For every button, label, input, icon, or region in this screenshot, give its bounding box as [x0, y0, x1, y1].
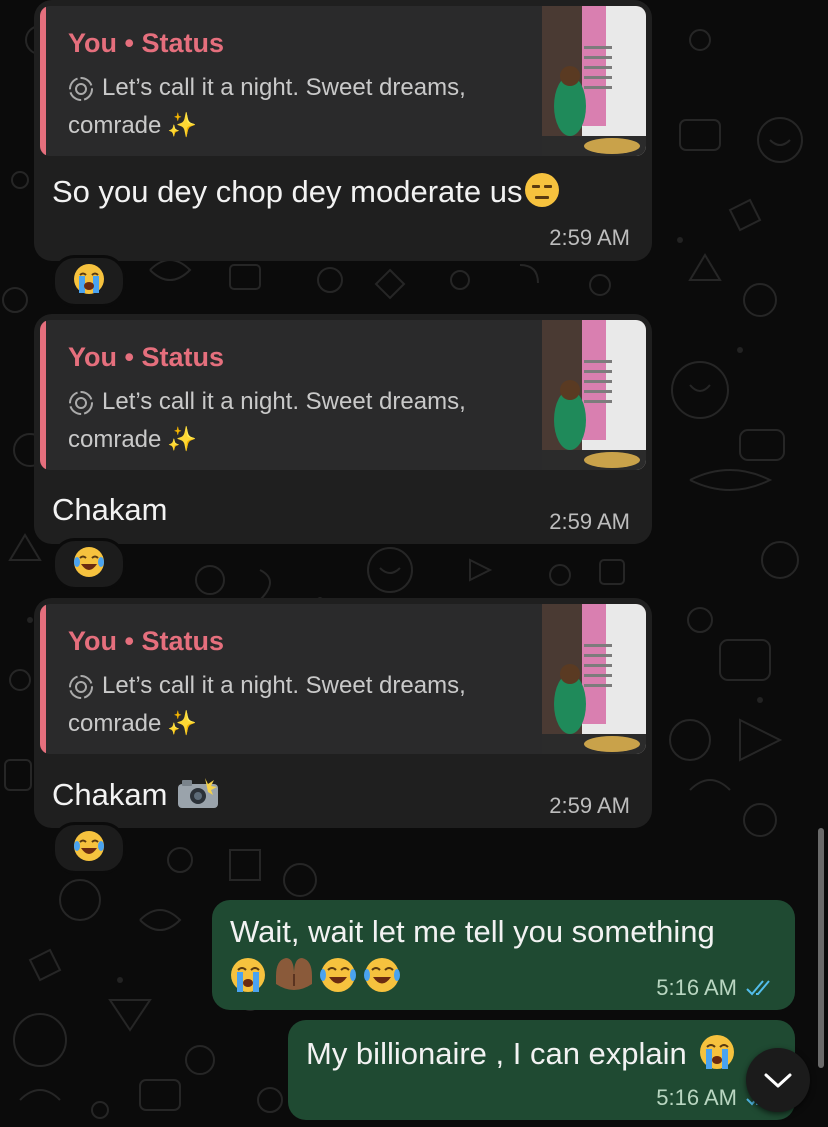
face-with-tears-of-joy-emoji [320, 958, 356, 992]
message-timestamp: 5:16 AM [656, 975, 737, 1000]
message-bubble-incoming[interactable]: You • Status Let’s call it a night. Swee… [34, 0, 652, 261]
camera-with-flash-emoji [177, 776, 219, 818]
reply-quote-title: You • Status [68, 626, 224, 656]
message-text: Chakam [52, 776, 219, 818]
reply-accent-bar [40, 6, 46, 156]
message-bubble-outgoing[interactable]: Wait, wait let me tell you something 5:1… [212, 900, 795, 1010]
expressionless-face-emoji [524, 172, 560, 216]
reply-quote-text-line1: Let’s call it a night. Sweet dreams, [102, 672, 466, 699]
loudly-crying-face-emoji [699, 1034, 735, 1078]
status-thumbnail[interactable] [542, 604, 646, 754]
message-text: Wait, wait let me tell you something [230, 914, 715, 949]
message-timestamp: 2:59 AM [549, 793, 630, 818]
reply-quote-text-line2: comrade ✨ [68, 426, 198, 453]
double-check-icon [746, 980, 770, 996]
message-timestamp: 2:59 AM [549, 225, 630, 250]
reply-quote-title: You • Status [68, 28, 224, 58]
message-text: My billionaire , I can explain [306, 1034, 735, 1078]
message-reaction[interactable] [52, 538, 126, 590]
message-bubble-incoming[interactable]: You • Status Let’s call it a night. Swee… [34, 598, 652, 828]
face-with-tears-of-joy-emoji [73, 546, 105, 583]
reply-quote-text-line1: Let’s call it a night. Sweet dreams, [102, 74, 466, 101]
sparkles-emoji: ✨ [167, 710, 198, 737]
palms-up-together-emoji [276, 958, 312, 990]
status-thumbnail[interactable] [542, 320, 646, 470]
face-with-tears-of-joy-emoji [73, 830, 105, 867]
scrollbar[interactable] [818, 828, 824, 1068]
reply-accent-bar [40, 320, 46, 470]
scroll-to-bottom-button[interactable] [746, 1048, 810, 1112]
message-text: Chakam [52, 492, 168, 527]
message-timestamp: 5:16 AM [656, 1085, 737, 1110]
status-thumbnail[interactable] [542, 6, 646, 156]
reply-accent-bar [40, 604, 46, 754]
reply-quote-text-line1: Let’s call it a night. Sweet dreams, [102, 388, 466, 415]
reply-quote-text-line2: comrade ✨ [68, 710, 198, 737]
face-with-tears-of-joy-emoji [364, 958, 400, 992]
loudly-crying-face-emoji [231, 958, 265, 992]
status-ring-icon [69, 77, 93, 101]
status-ring-icon [69, 391, 93, 415]
status-ring-icon [69, 675, 93, 699]
message-bubble-incoming[interactable]: You • Status Let’s call it a night. Swee… [34, 314, 652, 544]
message-text: So you dey chop dey moderate us [52, 172, 560, 216]
reply-quote-status[interactable]: You • Status Let’s call it a night. Swee… [40, 6, 646, 156]
sparkles-emoji: ✨ [167, 112, 198, 139]
loudly-crying-face-emoji [73, 263, 105, 300]
chevron-down-icon [764, 1073, 792, 1088]
reply-quote-status[interactable]: You • Status Let’s call it a night. Swee… [40, 320, 646, 470]
reply-quote-status[interactable]: You • Status Let’s call it a night. Swee… [40, 604, 646, 754]
message-timestamp: 2:59 AM [549, 509, 630, 534]
message-bubble-outgoing[interactable]: My billionaire , I can explain 5:16 AM [288, 1020, 795, 1120]
message-reaction[interactable] [52, 255, 126, 307]
message-emoji-line [230, 956, 410, 996]
sparkles-emoji: ✨ [167, 426, 198, 453]
message-reaction[interactable] [52, 822, 126, 874]
reply-quote-title: You • Status [68, 342, 224, 372]
reply-quote-text-line2: comrade ✨ [68, 112, 198, 139]
